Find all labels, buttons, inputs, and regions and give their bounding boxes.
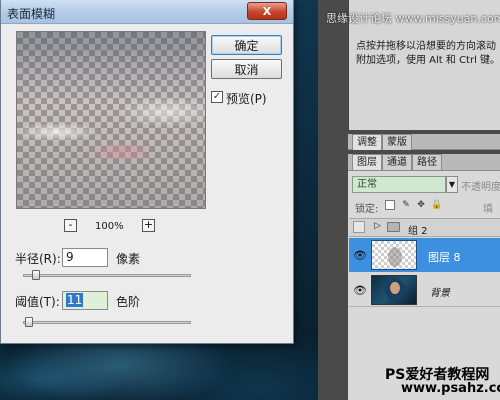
lock-icon[interactable]: 🔒 xyxy=(431,200,442,210)
blend-mode-select[interactable]: 正常 xyxy=(352,176,446,193)
preview-checkbox-label[interactable]: 预览(P) xyxy=(226,90,267,107)
chevron-down-icon[interactable]: ▼ xyxy=(446,176,458,193)
tab-paths[interactable]: 路径 xyxy=(412,154,442,170)
cancel-button[interactable]: 取消 xyxy=(211,59,282,79)
group-name: 组 2 xyxy=(408,226,428,237)
tab-masks[interactable]: 蒙版 xyxy=(382,134,412,150)
layer-name: 图层 8 xyxy=(428,251,461,264)
surface-blur-dialog: 表面模糊 X - 100% + 确定 取消 ✓ 预览(P) 半径(R): 9 像… xyxy=(0,0,294,344)
move-icon[interactable]: ✥ xyxy=(416,200,426,210)
dialog-titlebar[interactable]: 表面模糊 X xyxy=(1,0,293,24)
watermark-top: 思缘设计论坛 www.missyuan.com xyxy=(326,12,500,25)
layers-panel-tabs: 图层 通道 路径 xyxy=(348,154,500,171)
preview-image xyxy=(17,32,205,208)
threshold-slider-track[interactable] xyxy=(23,321,191,324)
opacity-label: 不透明度 xyxy=(461,182,500,193)
zoom-in-button[interactable]: + xyxy=(142,219,155,232)
preview-checkbox[interactable]: ✓ xyxy=(211,91,223,103)
folder-icon xyxy=(387,222,400,232)
radius-slider-track[interactable] xyxy=(23,274,191,277)
zoom-out-button[interactable]: - xyxy=(64,219,77,232)
threshold-unit: 色阶 xyxy=(116,295,141,309)
radius-slider-thumb[interactable] xyxy=(32,270,40,280)
threshold-label: 阈值(T): xyxy=(15,295,60,309)
disclosure-triangle-icon[interactable]: ▷ xyxy=(374,221,381,231)
adjust-panel-tabs: 调整 蒙版 xyxy=(348,134,500,150)
radius-input[interactable]: 9 xyxy=(62,248,108,267)
close-button[interactable]: X xyxy=(247,2,287,20)
tab-adjust[interactable]: 调整 xyxy=(352,134,382,150)
tab-layers[interactable]: 图层 xyxy=(352,154,382,170)
eye-icon[interactable]: 👁 xyxy=(353,284,367,297)
lock-label: 锁定: xyxy=(355,204,379,215)
tab-channels[interactable]: 通道 xyxy=(382,154,412,170)
watermark-bottom-url: www.psahz.com xyxy=(401,381,500,396)
preview-window[interactable] xyxy=(16,31,206,209)
radius-label: 半径(R): xyxy=(15,252,61,266)
layer-name: 背景 xyxy=(430,288,450,299)
ok-button[interactable]: 确定 xyxy=(211,35,282,55)
brush-icon[interactable]: ✎ xyxy=(401,200,411,210)
lock-transparent-icon[interactable] xyxy=(385,200,395,210)
layer-thumbnail xyxy=(371,240,417,270)
dialog-title: 表面模糊 xyxy=(7,7,56,21)
layer-thumbnail xyxy=(371,275,417,305)
threshold-input[interactable]: 11 xyxy=(62,291,108,310)
eye-icon[interactable]: 👁 xyxy=(353,249,367,262)
radius-unit: 像素 xyxy=(116,252,141,266)
visibility-toggle[interactable] xyxy=(353,221,365,233)
info-text-line-2: 附加选项，使用 Alt 和 Ctrl 键。 xyxy=(356,55,500,66)
threshold-slider-thumb[interactable] xyxy=(25,317,33,327)
zoom-level: 100% xyxy=(95,221,124,232)
info-text-line-1: 点按并拖移以沿想要的方向滚动 xyxy=(356,41,496,52)
threshold-value: 11 xyxy=(66,293,84,307)
